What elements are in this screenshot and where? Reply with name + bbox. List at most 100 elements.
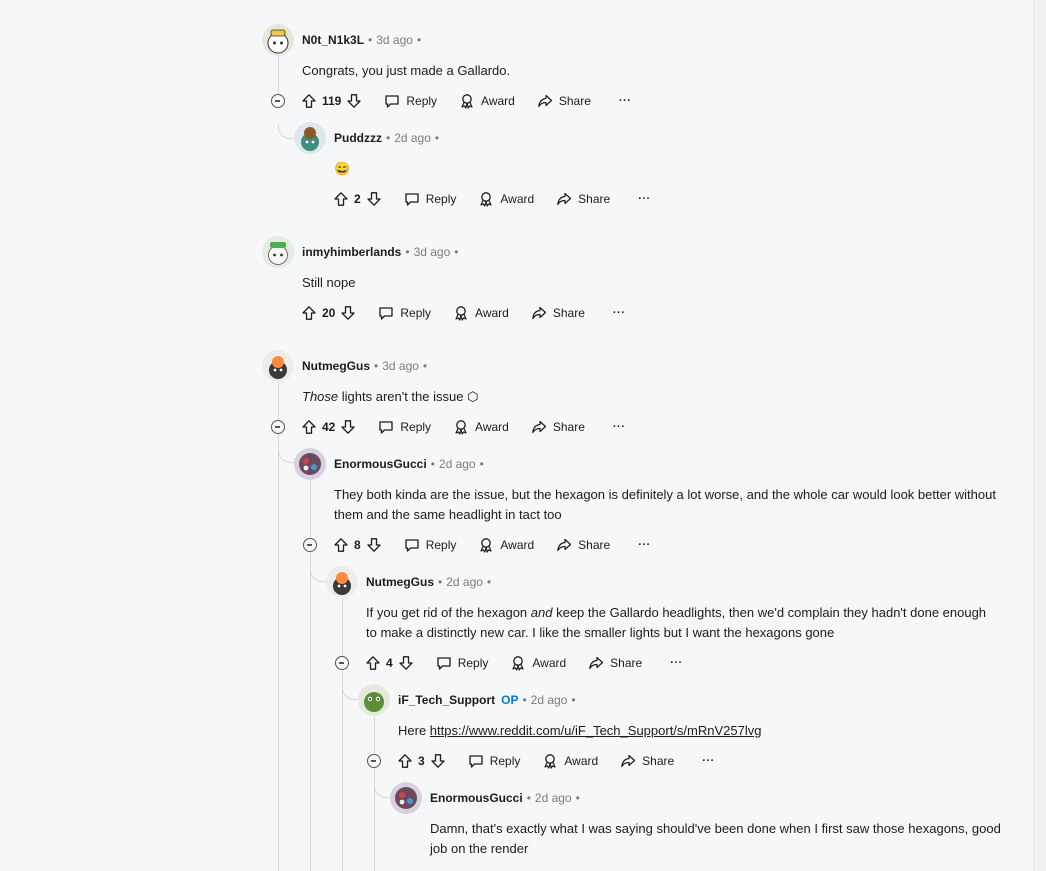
share-button[interactable]: Share <box>537 93 591 109</box>
reply-label: Reply <box>400 306 432 320</box>
avatar[interactable] <box>358 684 390 716</box>
award-button[interactable]: Award <box>478 537 534 553</box>
avatar[interactable] <box>262 24 294 56</box>
share-button[interactable]: Share <box>620 753 674 769</box>
timestamp[interactable]: 3d ago <box>376 33 413 47</box>
comment-actions: 8 Reply Award Share ··· <box>333 533 651 557</box>
reply-button[interactable]: Reply <box>378 419 431 435</box>
more-options-button[interactable]: ··· <box>670 657 683 669</box>
reply-button[interactable]: Reply <box>468 753 520 769</box>
reply-button[interactable]: Reply <box>384 93 437 109</box>
downvote-icon <box>431 754 445 768</box>
timestamp[interactable]: 2d ago <box>531 693 568 707</box>
thread-line[interactable] <box>278 376 279 426</box>
upvote-button[interactable] <box>365 655 381 671</box>
share-icon <box>557 192 572 206</box>
upvote-icon <box>334 538 348 552</box>
share-label: Share <box>558 94 591 108</box>
comment-header: NutmegGus • 3d ago • <box>262 350 431 382</box>
award-button[interactable]: Award <box>453 305 509 321</box>
downvote-button[interactable] <box>430 753 446 769</box>
avatar[interactable] <box>294 122 326 154</box>
more-options-button[interactable]: ··· <box>613 421 626 433</box>
downvote-button[interactable] <box>366 191 382 207</box>
award-label: Award <box>532 656 567 670</box>
timestamp[interactable]: 2d ago <box>394 131 431 145</box>
thread-line[interactable] <box>374 716 375 754</box>
collapse-thread-button[interactable] <box>271 420 285 434</box>
username[interactable]: inmyhimberlands <box>302 245 401 259</box>
downvote-button[interactable] <box>340 305 356 321</box>
collapse-thread-button[interactable] <box>303 538 317 552</box>
username[interactable]: NutmegGus <box>302 359 370 373</box>
comment-header: Puddzzz • 2d ago • <box>294 122 443 154</box>
more-options-button[interactable]: ··· <box>638 539 651 551</box>
avatar[interactable] <box>262 236 294 268</box>
comment-body: Damn, that's exactly what I was saying s… <box>430 819 1020 859</box>
more-options-button[interactable]: ··· <box>619 95 632 107</box>
upvote-button[interactable] <box>301 93 317 109</box>
username[interactable]: iF_Tech_Support <box>398 693 495 707</box>
thread-line[interactable] <box>278 434 279 871</box>
collapse-thread-button[interactable] <box>367 754 381 768</box>
username[interactable]: Puddzzz <box>334 131 382 145</box>
username[interactable]: NutmegGus <box>366 575 434 589</box>
thread-line[interactable] <box>342 598 343 656</box>
share-button[interactable]: Share <box>531 419 585 435</box>
avatar[interactable] <box>326 566 358 598</box>
thread-line[interactable] <box>310 480 311 538</box>
scrollbar[interactable] <box>1033 0 1046 871</box>
downvote-button[interactable] <box>366 537 382 553</box>
award-button[interactable]: Award <box>459 93 515 109</box>
more-options-button[interactable]: ··· <box>702 755 715 767</box>
award-icon <box>461 94 473 109</box>
award-button[interactable]: Award <box>510 655 566 671</box>
comment-text: Damn, that's exactly what I was saying s… <box>430 821 1001 856</box>
upvote-icon <box>302 420 316 434</box>
share-button[interactable]: Share <box>588 655 642 671</box>
timestamp[interactable]: 3d ago <box>382 359 419 373</box>
reply-button[interactable]: Reply <box>436 655 488 671</box>
award-icon <box>480 192 492 207</box>
collapse-thread-button[interactable] <box>335 656 349 670</box>
comment-header: iF_Tech_Support OP • 2d ago • <box>358 684 580 716</box>
upvote-button[interactable] <box>301 419 317 435</box>
username[interactable]: N0t_N1k3L <box>302 33 364 47</box>
reply-button[interactable]: Reply <box>378 305 431 321</box>
upvote-button[interactable] <box>301 305 317 321</box>
award-button[interactable]: Award <box>453 419 509 435</box>
timestamp[interactable]: 2d ago <box>439 457 476 471</box>
collapse-thread-button[interactable] <box>271 94 285 108</box>
downvote-button[interactable] <box>398 655 414 671</box>
award-button[interactable]: Award <box>478 191 534 207</box>
timestamp[interactable]: 2d ago <box>446 575 483 589</box>
downvote-button[interactable] <box>340 419 356 435</box>
share-button[interactable]: Share <box>531 305 585 321</box>
thread-line[interactable] <box>310 552 311 871</box>
avatar[interactable] <box>294 448 326 480</box>
upvote-button[interactable] <box>397 753 413 769</box>
downvote-button[interactable] <box>346 93 362 109</box>
more-options-button[interactable]: ··· <box>638 193 651 205</box>
reply-button[interactable]: Reply <box>404 191 456 207</box>
avatar[interactable] <box>390 782 422 814</box>
timestamp[interactable]: 2d ago <box>535 791 572 805</box>
reply-button[interactable]: Reply <box>404 537 456 553</box>
downvote-icon <box>399 656 413 670</box>
comment-link[interactable]: https://www.reddit.com/u/iF_Tech_Support… <box>430 723 762 738</box>
upvote-button[interactable] <box>333 191 349 207</box>
username[interactable]: EnormousGucci <box>430 791 523 805</box>
downvote-icon <box>341 306 356 320</box>
timestamp[interactable]: 3d ago <box>414 245 451 259</box>
username[interactable]: EnormousGucci <box>334 457 427 471</box>
award-button[interactable]: Award <box>542 753 598 769</box>
upvote-button[interactable] <box>333 537 349 553</box>
share-button[interactable]: Share <box>556 537 610 553</box>
separator-dot: • <box>522 693 527 707</box>
share-button[interactable]: Share <box>556 191 610 207</box>
comment-text-emphasis: and <box>530 605 553 620</box>
more-options-button[interactable]: ··· <box>613 307 626 319</box>
award-icon <box>455 306 467 321</box>
thread-line[interactable] <box>342 670 343 871</box>
avatar[interactable] <box>262 350 294 382</box>
